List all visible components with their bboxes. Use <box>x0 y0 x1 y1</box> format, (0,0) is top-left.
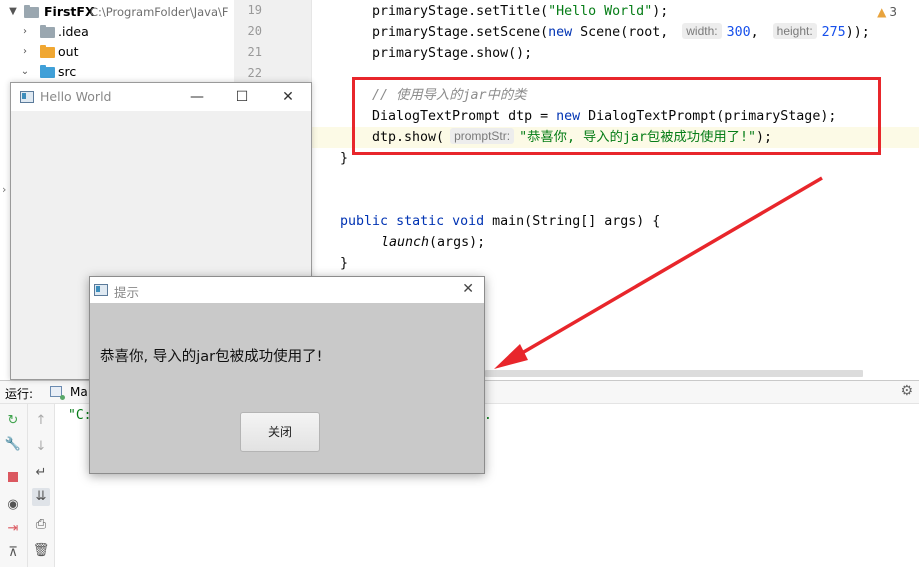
warning-icon: ▲ <box>877 5 887 19</box>
code-line-brace[interactable]: } <box>340 253 348 274</box>
code-line-launch[interactable]: launch(args); <box>381 232 485 253</box>
hello-window-titlebar[interactable]: Hello World — ☐ ✕ <box>11 83 311 111</box>
line-number: 22 <box>247 66 262 80</box>
console-output-start: "C: <box>68 408 92 423</box>
dialog-titlebar[interactable]: 提示 ✕ <box>90 277 484 303</box>
chevron-down-icon[interactable]: ▼ <box>6 2 20 22</box>
trash-icon[interactable]: 🗑 <box>32 542 50 560</box>
code-token: primaryStage.show(); <box>372 46 533 61</box>
code-keyword: static <box>396 214 445 229</box>
console-output-end: . <box>484 408 492 423</box>
minimize-button[interactable]: — <box>174 83 220 111</box>
run-label: 运行: <box>5 387 34 401</box>
run-tab[interactable]: Ma <box>70 385 88 399</box>
tree-root-name: FirstFX <box>44 4 95 19</box>
running-indicator <box>60 395 65 400</box>
chevron-right-icon[interactable]: › <box>18 22 32 42</box>
chevron-right-icon[interactable]: › <box>2 183 6 196</box>
source-folder-icon <box>40 65 55 78</box>
tree-item-label: out <box>58 44 79 59</box>
code-token: )); <box>845 25 870 40</box>
dialog-close-button[interactable]: 关闭 <box>240 412 320 452</box>
code-token: , <box>750 25 767 40</box>
arrow-up-icon[interactable]: ↑ <box>32 412 50 430</box>
soft-wrap-icon[interactable]: ↵ <box>32 464 50 482</box>
chevron-right-icon[interactable]: › <box>18 42 32 62</box>
folder-icon <box>40 25 55 38</box>
code-line-21[interactable]: primaryStage.show(); <box>372 43 532 64</box>
code-token: primaryStage.setScene( <box>372 25 549 40</box>
app-icon <box>94 284 108 296</box>
arrow-down-icon[interactable]: ↓ <box>32 438 50 456</box>
rerun-icon[interactable]: ↻ <box>4 412 22 430</box>
app-icon <box>20 91 34 103</box>
code-line-brace[interactable]: } <box>340 148 348 169</box>
folder-icon <box>40 45 55 58</box>
pin-icon[interactable]: ⊼ <box>4 544 22 562</box>
dialog-close-icon[interactable]: ✕ <box>462 281 474 297</box>
code-keyword: public <box>340 214 389 229</box>
warning-count: 3 <box>889 5 897 19</box>
module-folder-icon <box>24 5 39 18</box>
run-toolbar-primary: ↻ 🔧 ◉ ⇥ ⊼ <box>0 404 28 567</box>
code-method: launch <box>381 235 430 250</box>
code-line-20[interactable]: primaryStage.setScene(new Scene(root, wi… <box>372 22 870 43</box>
parameter-hint: height: <box>772 23 817 39</box>
hello-window-title: Hello World <box>40 89 112 104</box>
line-number: 20 <box>247 24 262 38</box>
camera-icon[interactable]: ◉ <box>4 496 22 514</box>
run-toolbar-secondary: ↑ ↓ ↵ ⇊ ⎙ 🗑 <box>28 404 55 567</box>
tree-item-label: src <box>58 64 77 79</box>
code-number: 300 <box>726 25 751 40</box>
code-number: 275 <box>821 25 846 40</box>
maximize-button[interactable]: ☐ <box>219 83 265 111</box>
dialog-message: 恭喜你, 导入的jar包被成功使用了! <box>100 349 323 365</box>
code-token: } <box>340 151 349 166</box>
parameter-hint: width: <box>682 23 722 39</box>
code-line-19[interactable]: primaryStage.setTitle("Hello World"); <box>372 1 668 22</box>
code-keyword: new <box>548 25 573 40</box>
tree-item-label: .idea <box>58 24 89 39</box>
code-token: (args); <box>429 235 486 250</box>
gear-icon[interactable]: ⚙ <box>900 383 913 399</box>
code-token: } <box>340 256 349 271</box>
scroll-to-end-icon[interactable]: ⇊ <box>32 488 50 506</box>
warning-indicator[interactable]: ▲ 3 <box>877 5 897 19</box>
stop-icon[interactable] <box>4 470 22 488</box>
line-number: 21 <box>247 45 262 59</box>
print-icon[interactable]: ⎙ <box>32 516 50 534</box>
dialog-title: 提示 <box>114 285 140 300</box>
exit-icon[interactable]: ⇥ <box>4 520 22 538</box>
code-token: Scene(root, <box>572 25 677 40</box>
prompt-dialog[interactable]: 提示 ✕ 恭喜你, 导入的jar包被成功使用了! 关闭 <box>89 276 485 474</box>
line-number: 19 <box>247 3 262 17</box>
code-token: ); <box>652 4 669 19</box>
annotation-highlight-box <box>352 77 881 155</box>
tree-root-path: C:\ProgramFolder\Java\F <box>90 5 229 19</box>
wrench-icon[interactable]: 🔧 <box>4 436 22 454</box>
annotation-arrow <box>494 176 823 369</box>
close-button[interactable]: ✕ <box>265 83 311 111</box>
code-string: "Hello World" <box>548 4 653 19</box>
code-token: primaryStage.setTitle( <box>372 4 549 19</box>
chevron-down-icon[interactable]: ⌄ <box>18 62 32 82</box>
